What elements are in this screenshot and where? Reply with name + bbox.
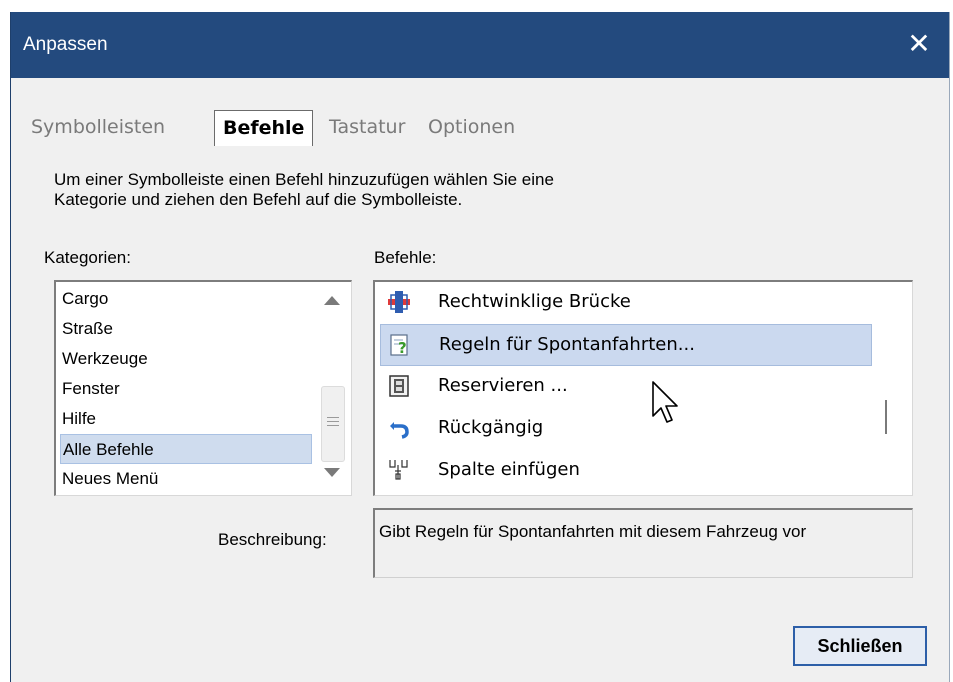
description-label: Beschreibung: [218, 530, 327, 549]
list-item[interactable]: Neues Menü [60, 464, 312, 494]
grip-line [327, 425, 339, 426]
list-item[interactable]: Werkzeuge [60, 344, 312, 374]
commands-label: Befehle: [374, 248, 437, 267]
bridge-icon [388, 291, 410, 313]
tab-tastatur[interactable]: Tastatur [329, 110, 405, 146]
command-label: Spalte einfügen [438, 459, 580, 480]
categories-scrollbar[interactable] [315, 282, 351, 495]
instruction-line-2: Kategorie und ziehen den Befehl auf die … [54, 190, 463, 209]
mouse-cursor-icon [652, 381, 678, 423]
scroll-up-arrow-icon[interactable] [324, 296, 340, 305]
categories-list[interactable]: Cargo Straße Werkzeuge Fenster Hilfe All… [54, 280, 352, 496]
scroll-thumb[interactable] [321, 386, 345, 462]
list-item-selected[interactable]: ? Regeln für Spontanfahrten... [380, 324, 872, 366]
insert-column-icon [389, 460, 408, 480]
scroll-down-arrow-icon[interactable] [324, 468, 340, 477]
list-item[interactable]: Straße [60, 314, 312, 344]
grip-line [327, 421, 339, 422]
window-title: Anpassen [23, 34, 108, 55]
list-item-selected[interactable]: Alle Befehle [60, 434, 312, 464]
commands-list[interactable]: Rechtwinklige Brücke ? Regeln für Sponta… [373, 280, 913, 496]
reserve-icon [389, 375, 409, 397]
instruction-line-1: Um einer Symbolleiste einen Befehl hinzu… [54, 170, 554, 189]
commands-scroll-indicator[interactable] [885, 400, 887, 434]
command-label: Reservieren ... [438, 375, 568, 396]
list-item[interactable]: Reservieren ... [380, 366, 872, 408]
tab-optionen[interactable]: Optionen [428, 110, 515, 146]
list-item[interactable]: Hilfe [60, 404, 312, 434]
description-field: Gibt Regeln für Spontanfahrten mit diese… [373, 508, 913, 578]
list-item[interactable]: Rechtwinklige Brücke [380, 282, 872, 324]
list-item[interactable]: Spalte einfügen [380, 450, 872, 492]
command-label: Regeln für Spontanfahrten... [439, 334, 695, 355]
close-icon[interactable]: ✕ [901, 26, 937, 62]
svg-text:?: ? [398, 339, 407, 356]
rules-question-icon: ? [390, 334, 408, 356]
list-item[interactable]: Cargo [60, 284, 312, 314]
command-label: Rückgängig [438, 417, 544, 438]
list-item[interactable]: Fenster [60, 374, 312, 404]
undo-icon [390, 422, 409, 439]
tab-symbolleisten[interactable]: Symbolleisten [31, 110, 165, 146]
grip-line [327, 417, 339, 418]
title-bar[interactable]: Anpassen ✕ [11, 12, 949, 78]
command-label: Rechtwinklige Brücke [438, 291, 631, 312]
categories-label: Kategorien: [44, 248, 131, 267]
customize-dialog: Anpassen ✕ Symbolleisten Befehle Tastatu… [10, 12, 950, 682]
description-text: Gibt Regeln für Spontanfahrten mit diese… [379, 522, 807, 541]
close-button[interactable]: Schließen [793, 626, 927, 666]
list-item[interactable]: Rückgängig [380, 408, 872, 450]
instruction-text: Um einer Symbolleiste einen Befehl hinzu… [54, 170, 754, 210]
tab-befehle[interactable]: Befehle [214, 110, 314, 146]
